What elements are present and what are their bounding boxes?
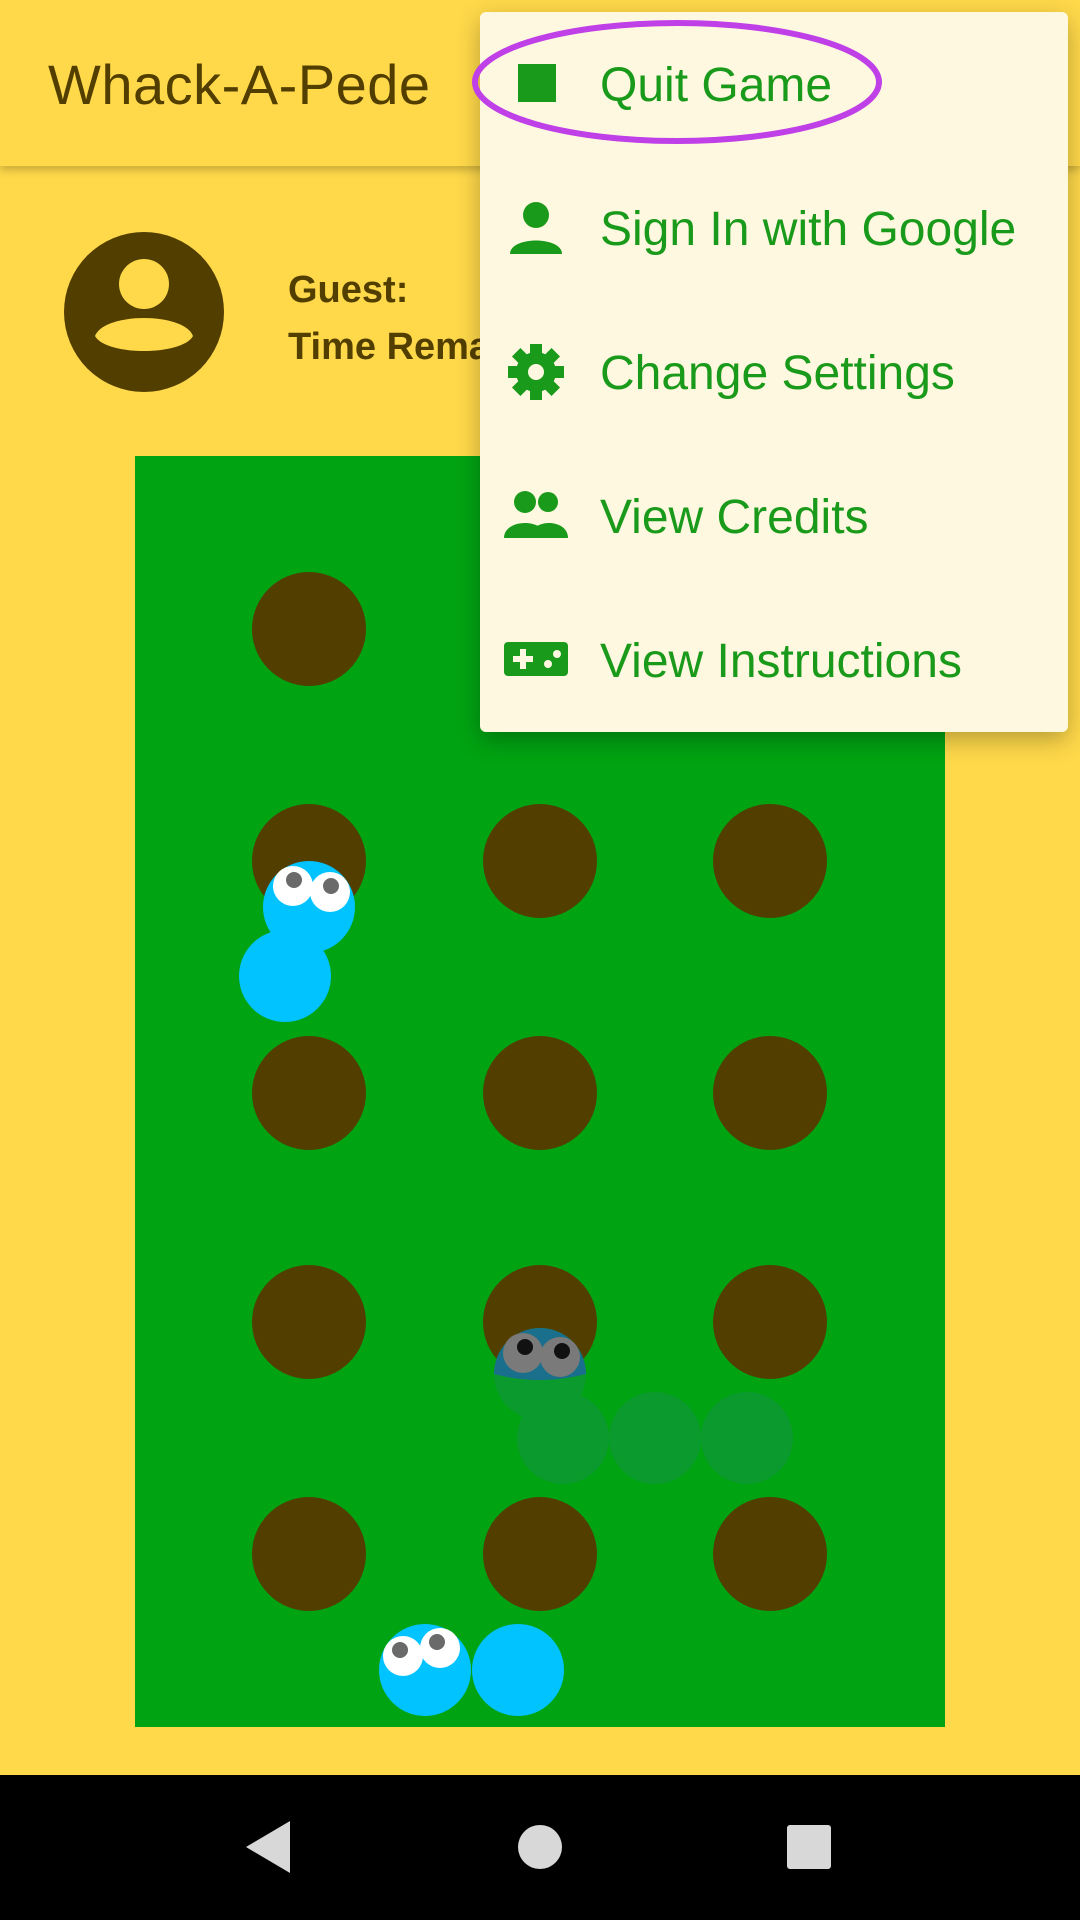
menu-item-label: View Instructions (600, 635, 962, 688)
hole (713, 1265, 827, 1379)
menu-item-label: Quit Game (600, 59, 833, 112)
menu-item-label: View Credits (600, 491, 869, 544)
menu-item-change-settings[interactable]: Change Settings (480, 300, 1068, 444)
menu-item-sign-in[interactable]: Sign In with Google (480, 156, 1068, 300)
home-icon[interactable] (504, 1811, 576, 1883)
people-icon (504, 491, 568, 538)
stop-square-icon (518, 64, 556, 102)
hole (713, 1036, 827, 1150)
system-nav-bar (0, 1775, 1080, 1920)
centipede-body-segment (701, 1392, 793, 1484)
gear-icon (508, 344, 564, 400)
hole (252, 1497, 366, 1611)
hole (252, 1265, 366, 1379)
hole (713, 804, 827, 918)
menu-item-label: Change Settings (600, 347, 955, 400)
back-icon[interactable] (232, 1811, 304, 1883)
hole (483, 1036, 597, 1150)
hole (483, 804, 597, 918)
centipede-body-segment (609, 1392, 701, 1484)
person-icon (510, 202, 562, 254)
menu-item-quit-game[interactable]: Quit Game (480, 12, 1068, 156)
recents-icon[interactable] (773, 1811, 845, 1883)
centipede[interactable] (239, 861, 355, 1022)
gamepad-icon (504, 642, 568, 676)
menu-item-view-credits[interactable]: View Credits (480, 444, 1068, 588)
overflow-menu: Quit Game Sign In with Google Change Set… (480, 12, 1068, 732)
centipede[interactable] (379, 1624, 564, 1716)
hole (483, 1497, 597, 1611)
hole (252, 572, 366, 686)
app-title: Whack-A-Pede (48, 53, 431, 116)
menu-item-view-instructions[interactable]: View Instructions (480, 588, 1068, 732)
avatar-icon (64, 232, 224, 392)
centipede-body-segment (472, 1624, 564, 1716)
hole (713, 1497, 827, 1611)
menu-item-label: Sign In with Google (600, 203, 1017, 256)
hole (252, 1036, 366, 1150)
